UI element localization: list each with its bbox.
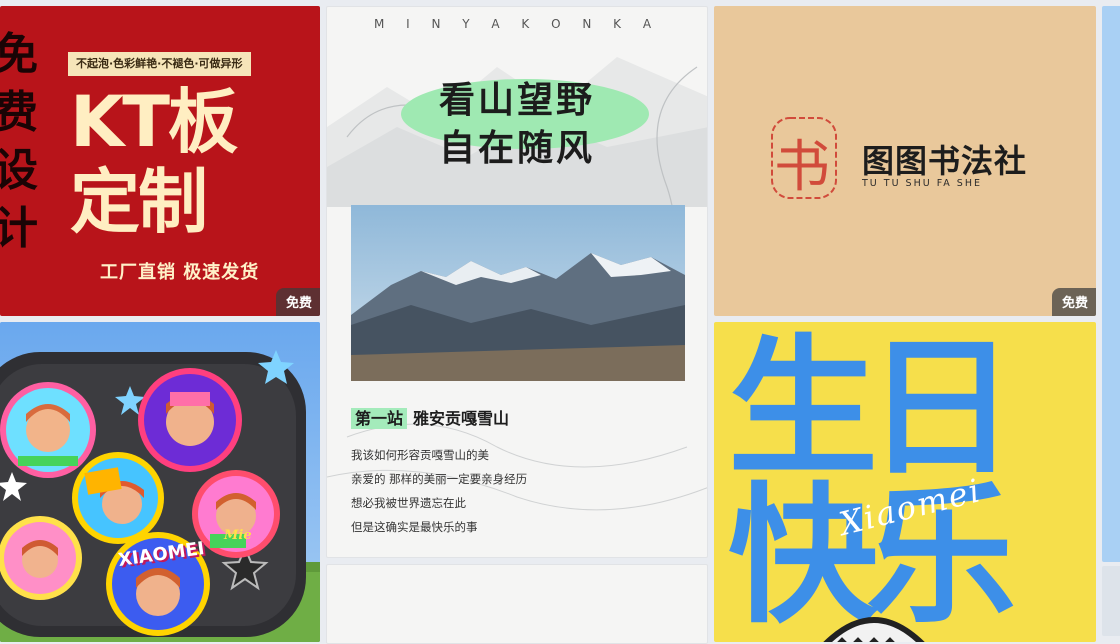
pin-badge-template-card[interactable]: XIAOMEI Mie [0,322,320,642]
calligraphy-club-pinyin: TU TU SHU FA SHE [862,178,982,189]
kt-footer-text: 工厂直销 极速发货 [100,262,260,283]
template-card-placeholder[interactable] [326,564,708,644]
mountain-headline-line2: 自在随风 [438,127,595,169]
pin-badge [0,382,96,478]
houndstooth-hat-illustration [823,617,925,642]
verse-line: 但是这确实是最快乐的事 [351,520,478,534]
mountain-travel-template-card[interactable]: M I N Y A K O N K A 看山望野 自在随风 第一站 雅安贡嘎雪山 … [326,6,708,558]
mountain-header-text: M I N Y A K O N K A [373,17,661,31]
pin-collage-illustration [0,322,320,642]
calligraphy-club-name: 图图书法社 [862,142,1028,180]
kt-title-line2: 定制 [70,161,208,243]
verse-line: 想必我被世界遗忘在此 [351,496,466,510]
seal-character: 书 [774,135,830,200]
template-card-partial[interactable] [1102,6,1120,562]
mountain-headline-line1: 看山望野 [438,79,595,121]
station-title: 第一站 雅安贡嘎雪山 [351,405,509,429]
verse-line: 我该如何形容贡嘎雪山的美 [351,448,489,462]
kt-feature-strip: 不起泡·色彩鲜艳·不褪色·可做异形 [68,52,251,76]
kt-title-line1: KT板 [70,81,238,163]
station-label: 第一站 [351,408,408,429]
kt-left-char: 计 [0,203,38,254]
kt-left-char: 设 [0,145,38,196]
calligraphy-logo-template-card[interactable]: 书 图图书法社 TU TU SHU FA SHE 免费 [714,6,1096,316]
free-badge: 免费 [1051,288,1096,316]
kt-board-template-card[interactable]: 免 费 设 计 不起泡·色彩鲜艳·不褪色·可做异形 KT板 定制 工厂直销 极速… [0,6,320,316]
kt-left-vertical-text: 免 费 设 计 [0,26,54,258]
birthday-line1: 生日 [728,322,1016,496]
free-badge: 免费 [275,288,320,316]
station-name: 雅安贡嘎雪山 [413,409,510,428]
kt-left-char: 费 [0,87,38,138]
mountain-photo [351,205,685,381]
verse-line: 亲爱的 那样的美丽一定要亲身经历 [351,472,528,486]
birthday-template-card[interactable]: 生日 快乐 Xiaomei [714,322,1096,642]
kt-left-char: 免 [0,29,38,80]
pin-label-mie: Mie [224,528,252,543]
template-card-partial[interactable] [1102,566,1120,636]
